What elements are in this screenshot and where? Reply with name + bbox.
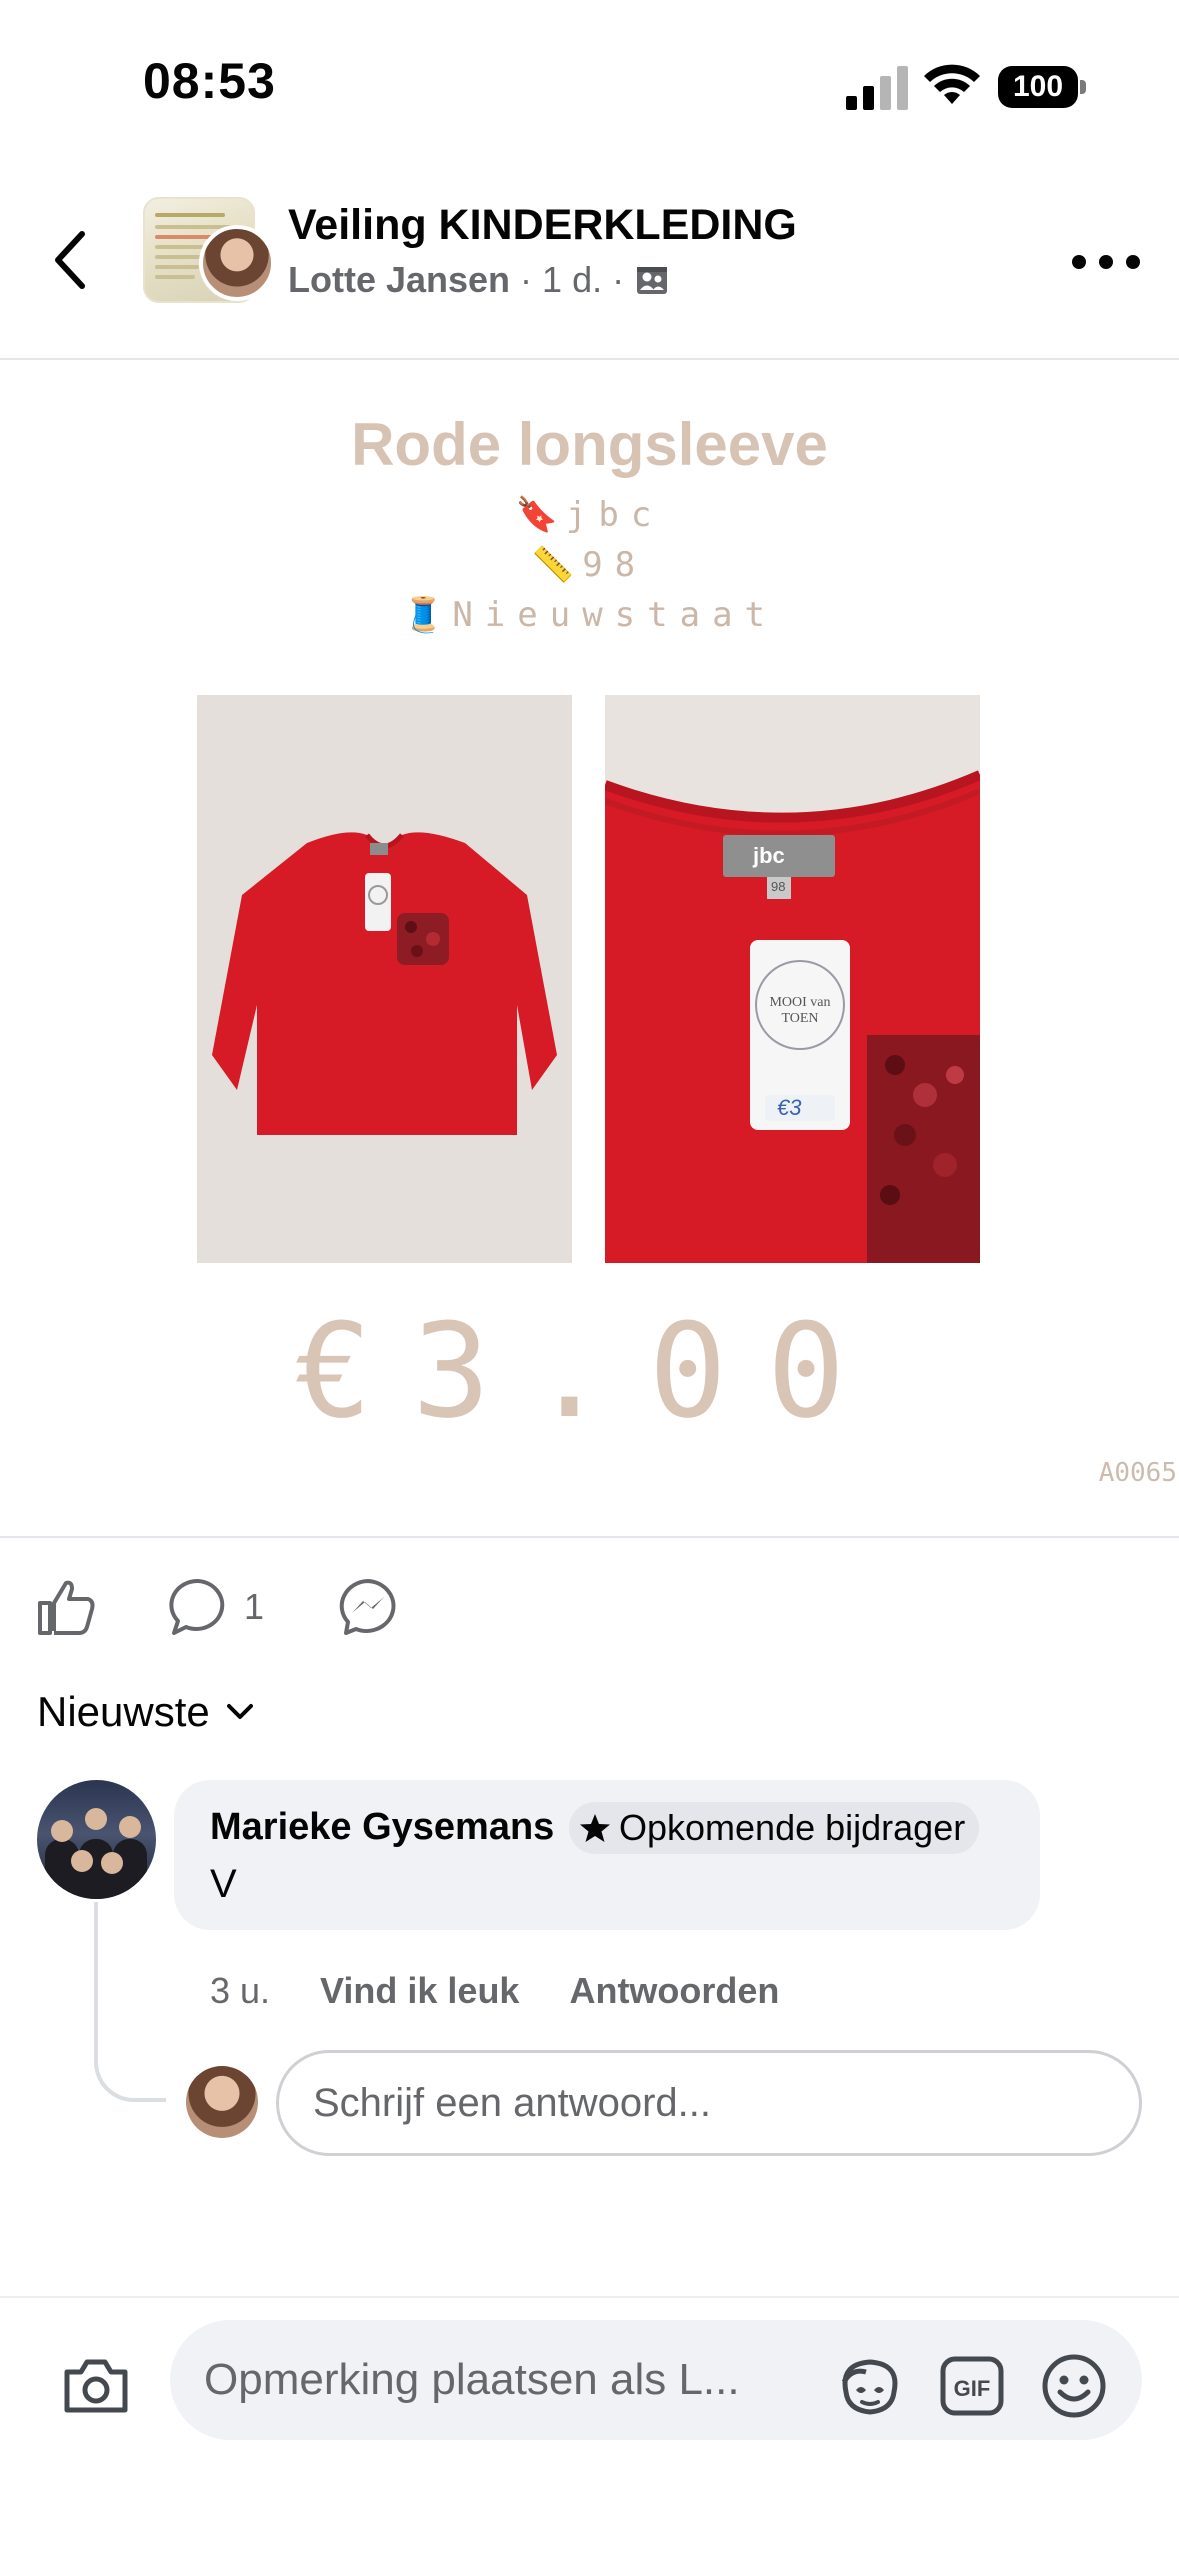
- chevron-left-icon: [55, 231, 85, 289]
- contributor-badge[interactable]: Opkomende bijdrager: [569, 1802, 980, 1854]
- bookmark-emoji-icon: 🔖: [515, 495, 558, 535]
- comment-button[interactable]: 1: [166, 1572, 264, 1642]
- camera-icon: [64, 2359, 128, 2413]
- gif-icon: GIF: [940, 2356, 1004, 2416]
- dot: [1099, 255, 1113, 269]
- commenter-avatar[interactable]: [37, 1780, 156, 1899]
- comment-count: 1: [244, 1586, 265, 1627]
- post-meta: Lotte Jansen · 1 d. ·: [288, 259, 670, 301]
- smiley-icon: [1042, 2354, 1106, 2418]
- chevron-down-icon: [226, 1704, 253, 1719]
- comment-composer: Opmerking plaatsen als L... GIF: [0, 2296, 1179, 2556]
- post-actions: 1: [0, 1560, 1179, 1660]
- spec-size-text: 98: [582, 545, 648, 585]
- send-messenger-button[interactable]: [336, 1572, 400, 1642]
- battery-indicator: 100: [998, 66, 1078, 108]
- thumbs-up-icon: [38, 1580, 95, 1635]
- comment-sort-dropdown[interactable]: Nieuwste: [37, 1688, 254, 1736]
- brand-label-text: jbc: [753, 843, 785, 868]
- current-user-avatar: [186, 2066, 258, 2138]
- spec-condition: 🧵 Nieuwstaat: [0, 595, 1179, 635]
- price-tag-text: €3: [777, 1095, 802, 1120]
- size-label-text: 98: [771, 879, 786, 894]
- meta-separator: ·: [612, 259, 625, 300]
- comment-text: V: [210, 1862, 237, 1906]
- comment-meta: 3 u. Vind ik leuk Antwoorden: [210, 1970, 779, 2012]
- reply-input[interactable]: [276, 2050, 1142, 2156]
- comment-like-button[interactable]: Vind ik leuk: [320, 1970, 519, 2012]
- comment-field[interactable]: Opmerking plaatsen als L... GIF: [170, 2320, 1142, 2440]
- spec-brand: 🔖 jbc: [0, 495, 1179, 535]
- group-title[interactable]: Veiling KINDERKLEDING: [288, 201, 797, 250]
- dot: [1072, 255, 1086, 269]
- svg-text:GIF: GIF: [954, 2376, 991, 2401]
- like-button[interactable]: [34, 1572, 98, 1642]
- star-icon: [580, 1814, 610, 1842]
- camera-button[interactable]: [58, 2348, 134, 2424]
- post-header: Veiling KINDERKLEDING Lotte Jansen · 1 d…: [0, 175, 1179, 360]
- post-image-card[interactable]: Rode longsleeve 🔖jbc 📏98 🧵Nieuwstaat: [0, 360, 1179, 1538]
- sort-label: Nieuwste: [37, 1688, 210, 1735]
- spec-condition-text: Nieuwstaat: [452, 595, 778, 635]
- spec-size: 📏 98: [0, 545, 1179, 585]
- badge-label: Opkomende bijdrager: [619, 1807, 966, 1848]
- comment-placeholder: Opmerking plaatsen als L...: [204, 2355, 740, 2404]
- item-title: Rode longsleeve: [351, 411, 828, 478]
- comment-reply-button[interactable]: Antwoorden: [569, 1970, 779, 2012]
- battery-tip: [1080, 80, 1086, 94]
- comment-bubble[interactable]: Marieke Gysemans Opkomende bijdrager V: [174, 1780, 1040, 1930]
- group-audience-icon: [637, 267, 668, 294]
- gif-button[interactable]: GIF: [936, 2350, 1008, 2422]
- post-time[interactable]: 1 d.: [542, 259, 602, 301]
- ruler-emoji-icon: 📏: [531, 545, 575, 585]
- back-button[interactable]: [40, 220, 100, 300]
- comment-bubble-icon: [169, 1578, 225, 1635]
- hangtag-brand-text: MOOI van TOEN: [769, 995, 831, 1026]
- wifi-icon: [924, 64, 980, 104]
- product-photo-closeup: jbc 98 MOOI van TOEN €3: [605, 695, 980, 1263]
- author-avatar[interactable]: [199, 225, 275, 301]
- dot: [1126, 255, 1140, 269]
- red-longsleeve-illustration: [197, 695, 572, 1263]
- status-time: 08:53: [143, 53, 276, 109]
- avatar-sticker-button[interactable]: [834, 2350, 906, 2422]
- closeup-illustration: [605, 695, 980, 1263]
- messenger-icon: [339, 1579, 396, 1635]
- more-options-button[interactable]: [1072, 247, 1140, 277]
- emoji-button[interactable]: [1038, 2350, 1110, 2422]
- author-name[interactable]: Lotte Jansen: [288, 259, 510, 301]
- meta-separator: ·: [520, 259, 533, 300]
- item-code: A0065: [1098, 1458, 1177, 1488]
- cellular-signal-icon: [846, 66, 908, 110]
- thread-emoji-icon: 🧵: [401, 595, 445, 635]
- commenter-name[interactable]: Marieke Gysemans: [210, 1806, 554, 1849]
- thread-connector-line: [94, 1902, 166, 2102]
- item-price: €3.00: [293, 1295, 886, 1447]
- avatar-sticker-icon: [841, 2359, 898, 2415]
- status-bar: 08:53 100: [0, 0, 1179, 160]
- comment-time[interactable]: 3 u.: [210, 1970, 270, 2012]
- product-photo-front: [197, 695, 572, 1263]
- spec-brand-text: jbc: [565, 495, 664, 535]
